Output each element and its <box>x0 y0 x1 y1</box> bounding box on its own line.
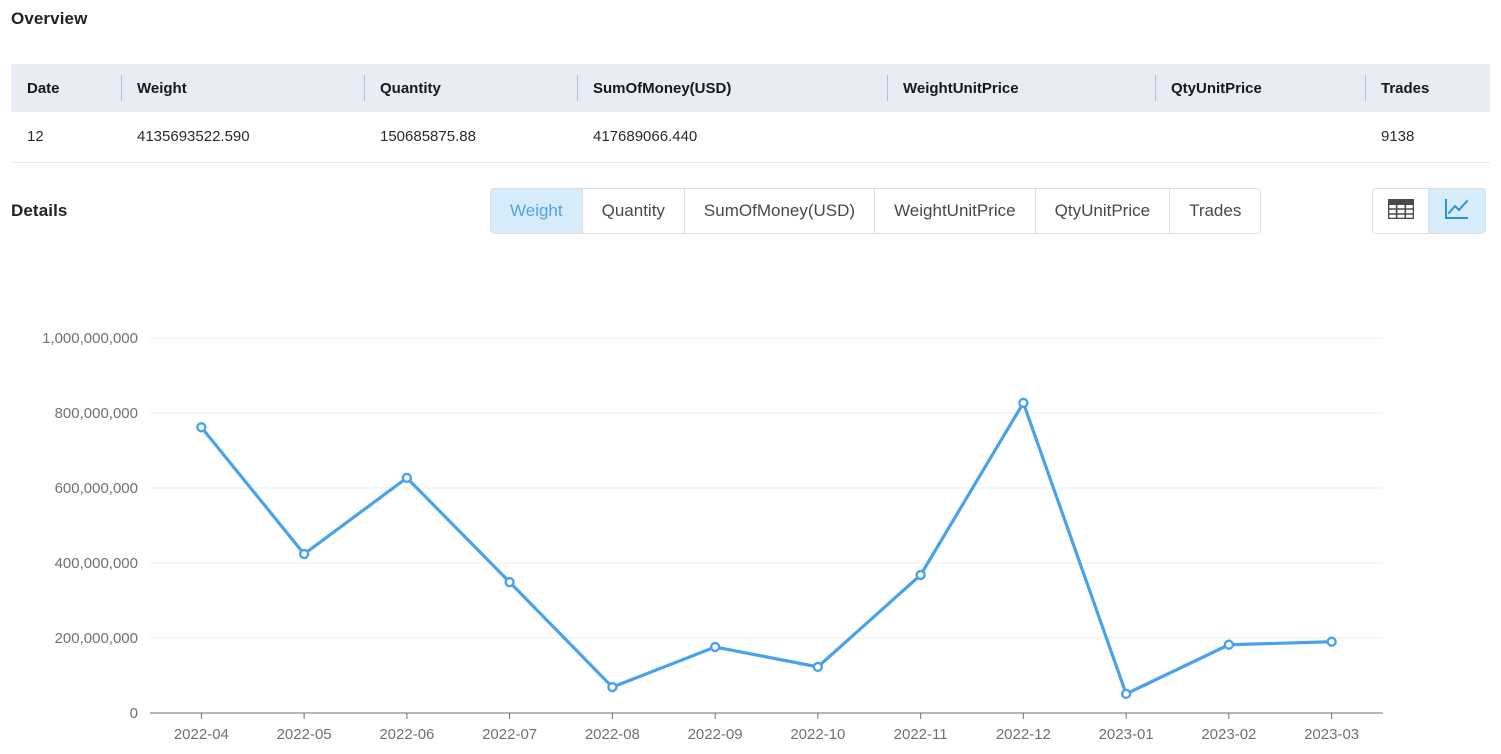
y-axis-tick-label: 600,000,000 <box>55 480 138 497</box>
column-header-qtyunitprice[interactable]: QtyUnitPrice <box>1155 64 1365 112</box>
x-axis-tick-label: 2022-07 <box>482 726 537 743</box>
tab-label: Weight <box>510 201 563 220</box>
column-divider <box>121 75 122 101</box>
tab-label: QtyUnitPrice <box>1054 201 1151 220</box>
series-line <box>199 401 1334 696</box>
data-point[interactable] <box>298 548 310 560</box>
column-header-sumofmoney[interactable]: SumOfMoney(USD) <box>577 64 887 112</box>
column-header-weight[interactable]: Weight <box>121 64 364 112</box>
cell-trades: 9138 <box>1365 112 1490 163</box>
column-divider <box>577 75 578 101</box>
data-point[interactable] <box>196 422 207 433</box>
table-row[interactable]: 12 4135693522.590 150685875.88 417689066… <box>11 112 1490 163</box>
y-axis-tick-label: 0 <box>130 705 138 722</box>
x-axis-tick-label: 2022-06 <box>379 726 434 743</box>
table-header-row: Date Weight Quantity SumOfMoney(USD) Wei… <box>11 64 1490 112</box>
chart-view-icon <box>1444 198 1470 225</box>
column-divider <box>1155 75 1156 101</box>
cell-qtyunitprice <box>1155 112 1365 163</box>
metric-tab-group: Weight Quantity SumOfMoney(USD) WeightUn… <box>490 188 1262 234</box>
data-point[interactable] <box>812 661 824 673</box>
column-divider <box>1365 75 1366 101</box>
y-axis-tick-label: 800,000,000 <box>55 405 138 422</box>
page-title: Overview <box>11 9 88 28</box>
details-title: Details <box>11 201 68 220</box>
tab-trades[interactable]: Trades <box>1170 189 1261 233</box>
data-point[interactable] <box>709 641 721 653</box>
data-point[interactable] <box>1223 639 1235 650</box>
tab-label: WeightUnitPrice <box>894 201 1016 220</box>
column-header-quantity[interactable]: Quantity <box>364 64 577 112</box>
tab-qtyunitprice[interactable]: QtyUnitPrice <box>1035 189 1171 233</box>
column-header-label: QtyUnitPrice <box>1171 79 1262 97</box>
column-header-label: Weight <box>137 79 187 97</box>
line-chart-svg[interactable]: 0 200,000,000 400,000,000 600,000,000 800,00… <box>0 245 1501 754</box>
column-divider <box>887 75 888 101</box>
column-header-label: Quantity <box>380 79 441 97</box>
details-chart: 0 200,000,000 400,000,000 600,000,000 800,00… <box>0 245 1501 754</box>
chart-view-button[interactable] <box>1429 189 1485 233</box>
chart-x-axis: 2022-04 2022-05 2022-06 2022-07 2022-08 2022-… <box>174 713 1359 743</box>
column-header-weightunitprice[interactable]: WeightUnitPrice <box>887 64 1155 112</box>
data-point[interactable] <box>504 576 515 588</box>
tab-label: Quantity <box>601 201 665 220</box>
chart-series <box>196 397 1337 700</box>
x-axis-tick-label: 2022-08 <box>585 726 640 743</box>
tab-sumofmoney[interactable]: SumOfMoney(USD) <box>684 189 876 233</box>
x-axis-tick-label: 2022-09 <box>688 726 743 743</box>
x-axis-tick-label: 2023-03 <box>1304 726 1359 743</box>
column-header-label: WeightUnitPrice <box>903 79 1019 97</box>
cell-sumofmoney: 417689066.440 <box>577 112 887 163</box>
data-point[interactable] <box>1018 397 1029 409</box>
column-header-trades[interactable]: Trades <box>1365 64 1490 112</box>
tab-weightunitprice[interactable]: WeightUnitPrice <box>875 189 1036 233</box>
data-point[interactable] <box>1326 636 1337 647</box>
data-point[interactable] <box>401 472 413 484</box>
tab-quantity[interactable]: Quantity <box>582 189 685 233</box>
chart-y-axis: 0 200,000,000 400,000,000 600,000,000 800,00… <box>42 330 138 722</box>
cell-quantity: 150685875.88 <box>364 112 577 163</box>
tab-label: Trades <box>1189 201 1242 220</box>
y-axis-tick-label: 400,000,000 <box>55 555 138 572</box>
x-axis-tick-label: 2022-11 <box>894 726 948 743</box>
overview-table: Date Weight Quantity SumOfMoney(USD) Wei… <box>11 64 1490 163</box>
column-header-label: Trades <box>1381 79 1430 97</box>
cell-weight: 4135693522.590 <box>121 112 364 163</box>
data-point[interactable] <box>607 681 618 693</box>
data-point[interactable] <box>915 569 926 581</box>
cell-weightunitprice <box>887 112 1155 163</box>
x-axis-tick-label: 2023-02 <box>1201 726 1256 743</box>
view-toggle-group <box>1372 188 1486 234</box>
x-axis-tick-label: 2022-12 <box>996 726 1051 743</box>
tab-weight[interactable]: Weight <box>491 189 583 233</box>
column-header-label: SumOfMoney(USD) <box>593 79 732 97</box>
x-axis-tick-label: 2023-01 <box>1099 726 1154 743</box>
x-axis-tick-label: 2022-04 <box>174 726 229 743</box>
x-axis-tick-label: 2022-10 <box>790 726 845 743</box>
column-header-label: Date <box>27 79 60 97</box>
cell-date: 12 <box>11 112 121 163</box>
table-view-icon <box>1387 198 1414 224</box>
y-axis-tick-label: 1,000,000,000 <box>42 330 138 347</box>
column-header-date[interactable]: Date <box>11 64 121 112</box>
x-axis-tick-label: 2022-05 <box>277 726 332 743</box>
tab-label: SumOfMoney(USD) <box>703 201 856 220</box>
data-point[interactable] <box>1120 688 1132 700</box>
column-divider <box>364 75 365 101</box>
table-view-button[interactable] <box>1373 189 1429 233</box>
y-axis-tick-label: 200,000,000 <box>55 630 138 647</box>
